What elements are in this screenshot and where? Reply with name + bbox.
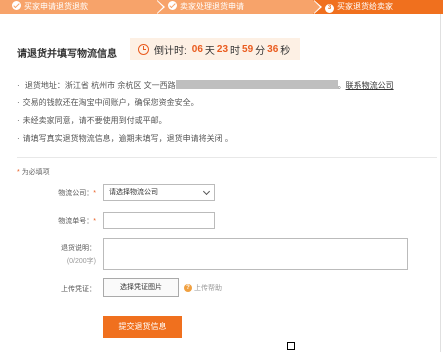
info-line-2: 交易的钱款还在淘宝中间账户，确保您资金安全。: [17, 98, 432, 116]
check-icon: [168, 1, 177, 10]
return-address-text: 退货地址：浙江省 杭州市 余杭区 文一西路: [24, 81, 176, 90]
required-star: *: [93, 218, 96, 225]
required-star: *: [17, 169, 20, 176]
info-line-4: 请填写真实退货物流信息，逾期未填写，退货申请将关闭 。: [17, 134, 432, 152]
logistics-label-text: 物流公司：: [58, 190, 94, 197]
required-star: *: [93, 190, 96, 197]
progress-steps: 买家申请退货退款 卖家处理退货申请 3 买家退货给卖家: [0, 0, 443, 14]
right-divider: [440, 14, 441, 352]
upload-label: 上传凭证：: [61, 286, 96, 293]
tracking-label: 物流单号：*: [36, 216, 96, 226]
check-icon: [12, 1, 21, 10]
clock-icon: [138, 43, 149, 55]
chevron-down-icon: [202, 187, 211, 196]
return-info-list: 退货地址：浙江省 杭州市 余杭区 文一西路。联系物流公司 交易的钱款还在淘宝中间…: [17, 80, 432, 152]
countdown-days-unit: 天: [204, 45, 215, 57]
description-counter: (0/200字): [66, 258, 96, 265]
step-3-label: 买家退货给卖家: [337, 2, 393, 11]
countdown-seconds-unit: 秒: [280, 45, 291, 57]
upload-help-text: 上传帮助: [194, 285, 222, 292]
question-icon: ?: [184, 284, 192, 292]
return-description-textarea[interactable]: [103, 238, 408, 270]
countdown-hours: 23: [216, 43, 229, 55]
description-label: 退货说明：: [61, 245, 96, 252]
return-address: 退货地址：浙江省 杭州市 余杭区 文一西路。联系物流公司: [17, 80, 432, 98]
countdown-minutes: 59: [242, 43, 254, 55]
logistics-label: 物流公司：*: [36, 188, 96, 198]
tracking-number-input[interactable]: [103, 212, 215, 229]
tracking-label-text: 物流单号：: [58, 218, 94, 225]
countdown-hours-unit: 时: [230, 45, 241, 57]
countdown-timer: 倒计时: 06 天 23 时 59 分 36 秒: [130, 38, 300, 60]
cursor-marker: [287, 342, 295, 350]
countdown-seconds: 36: [267, 43, 279, 55]
section-divider: [17, 157, 437, 158]
contact-logistics-link[interactable]: 联系物流公司: [346, 81, 394, 90]
step-1-label: 买家申请退货退款: [24, 2, 88, 11]
submit-return-button[interactable]: 提交退货信息: [103, 316, 182, 338]
required-note-text: 为必填项: [21, 169, 50, 176]
logistics-company-select[interactable]: 请选择物流公司: [103, 184, 215, 201]
upload-help[interactable]: ? 上传帮助: [184, 283, 222, 293]
logistics-select-value: 请选择物流公司: [109, 189, 158, 196]
required-note: * 为必填项: [17, 167, 50, 177]
step-1: 买家申请退货退款: [0, 0, 165, 14]
step-2: 卖家处理退货申请: [156, 0, 322, 14]
redacted-address: [175, 80, 338, 89]
countdown-days: 06: [191, 43, 203, 55]
upload-evidence-button[interactable]: 选择凭证图片: [103, 278, 179, 297]
countdown-label: 倒计时:: [154, 45, 187, 57]
info-line-3: 未经卖家同意，请不要使用到付或平邮。: [17, 116, 432, 134]
step-3: 3 买家退货给卖家: [313, 0, 443, 14]
step-3-number: 3: [325, 4, 334, 13]
page-title: 请退货并填写物流信息: [17, 49, 117, 60]
countdown-minutes-unit: 分: [255, 45, 266, 57]
step-2-label: 卖家处理退货申请: [180, 2, 244, 11]
